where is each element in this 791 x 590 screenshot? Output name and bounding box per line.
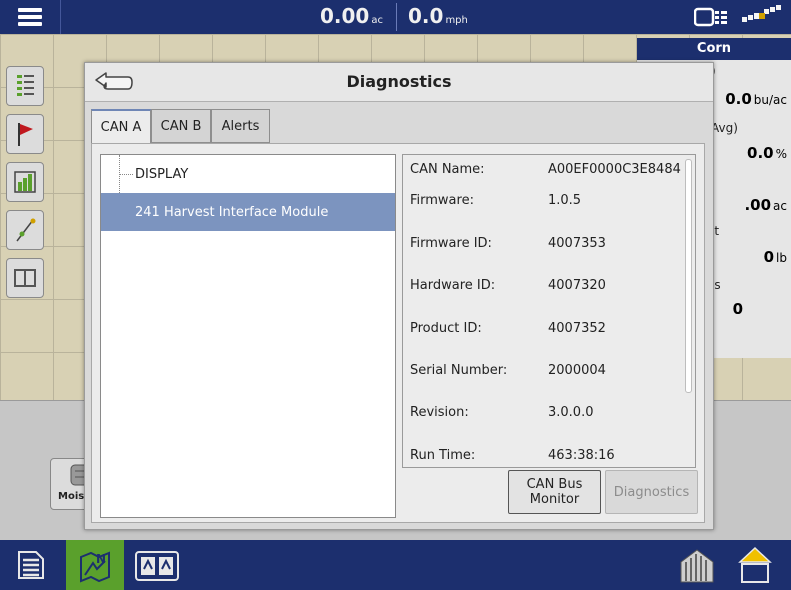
diagnostics-button[interactable]: Diagnostics: [605, 470, 698, 514]
property-row: Run Time: 463:38:16: [410, 448, 615, 463]
readout-divider: [396, 3, 397, 31]
dialog-title: Diagnostics: [346, 72, 452, 91]
dialog-title-bar: Diagnostics: [85, 63, 713, 102]
moisture-value: 0.0%: [747, 144, 787, 162]
tree-item-harvest-module[interactable]: 241 Harvest Interface Module: [101, 193, 395, 231]
property-row: Firmware: 1.0.5: [410, 193, 582, 208]
tab-can-b[interactable]: CAN B: [151, 109, 211, 143]
area-readout: 0.00 ac: [320, 4, 383, 28]
yield-value: 0.0 bu/ac: [725, 90, 787, 108]
map-toolbar: [6, 66, 46, 306]
guidance-line-icon: [16, 218, 36, 242]
loads-value: 0: [732, 300, 743, 318]
split-view-tool-button[interactable]: [6, 258, 44, 298]
document-icon[interactable]: [16, 550, 46, 584]
property-row: CAN Name: A00EF0000C3E8484: [410, 162, 681, 177]
harvest-operation-icon[interactable]: [677, 548, 719, 588]
split-view-icon: [14, 269, 36, 287]
device-properties-panel: CAN Name: A00EF0000C3E8484 Firmware: 1.0.5…: [402, 154, 696, 468]
bottom-bar: N: [0, 540, 791, 590]
flag-tool-button[interactable]: [6, 114, 44, 154]
diagnostics-dialog: Diagnostics CAN A CAN B Alerts DISPLAY 2…: [84, 62, 714, 530]
crop-name: Corn: [637, 38, 791, 60]
chart-tool-button[interactable]: [6, 162, 44, 202]
area-value: .00 ac: [744, 196, 787, 214]
map-view-button[interactable]: N: [66, 540, 124, 590]
top-bar: 0.00 ac 0.0 mph: [0, 0, 791, 34]
tab-can-a[interactable]: CAN A: [91, 109, 151, 144]
gps-satellite-icon[interactable]: [740, 5, 784, 31]
home-icon[interactable]: [738, 546, 772, 588]
tab-alerts[interactable]: Alerts: [211, 109, 270, 143]
bar-chart-icon: [14, 171, 36, 193]
tab-panel: DISPLAY 241 Harvest Interface Module CAN…: [91, 143, 705, 523]
speed-readout: 0.0 mph: [408, 4, 468, 28]
property-row: Hardware ID: 4007320: [410, 278, 606, 293]
property-row: Product ID: 4007352: [410, 321, 606, 336]
menu-button[interactable]: [0, 0, 61, 34]
map-north-icon: N: [80, 551, 110, 583]
can-bus-monitor-button[interactable]: CAN Bus Monitor: [508, 470, 601, 514]
menu-icon: [18, 8, 42, 12]
legend-icon: [17, 75, 34, 96]
properties-scrollbar[interactable]: [685, 159, 692, 393]
camera-icon[interactable]: [693, 7, 728, 31]
split-screen-icon[interactable]: [135, 551, 179, 585]
guidance-tool-button[interactable]: [6, 210, 44, 250]
flag-icon: [18, 123, 33, 146]
property-row: Serial Number: 2000004: [410, 363, 606, 378]
legend-tool-button[interactable]: [6, 66, 44, 106]
device-tree: DISPLAY 241 Harvest Interface Module: [100, 154, 396, 518]
weight-value: 0 lb: [763, 248, 787, 266]
property-row: Firmware ID: 4007353: [410, 236, 606, 251]
tree-item-display[interactable]: DISPLAY: [101, 155, 395, 193]
property-row: Revision: 3.0.0.0: [410, 405, 594, 420]
